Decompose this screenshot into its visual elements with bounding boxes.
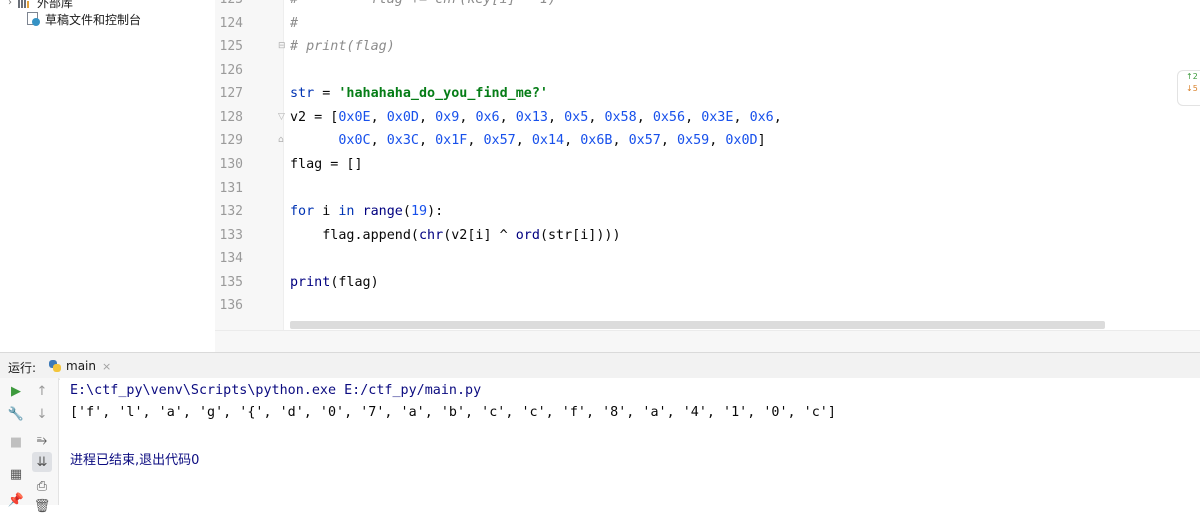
code-line: str = 'hahahaha_do_you_find_me?' xyxy=(290,86,548,101)
project-panel: › 外部库 草稿文件和控制台 xyxy=(0,0,216,352)
line-number: 125 xyxy=(219,39,243,54)
tab-main[interactable]: main × xyxy=(48,353,111,379)
library-icon xyxy=(18,0,32,8)
soft-wrap-icon[interactable]: ⥱ xyxy=(32,430,52,450)
tab-label: main xyxy=(66,359,96,373)
pin-icon[interactable]: 📌 xyxy=(6,490,26,510)
fold-icon[interactable]: ⌂ xyxy=(278,136,287,145)
stop-icon[interactable]: ■ xyxy=(6,432,26,452)
tree-item-label: 草稿文件和控制台 xyxy=(45,12,142,27)
code-line: v2 = [0x0E, 0x0D, 0x9, 0x6, 0x13, 0x5, 0… xyxy=(290,110,782,125)
console-line-output: ['f', 'l', 'a', 'g', '{', 'd', '0', '7',… xyxy=(70,405,836,420)
editor-breadcrumb-bar xyxy=(215,330,1200,353)
code-line: # flag += chr(key[i] - 1) xyxy=(290,0,556,11)
close-icon[interactable]: × xyxy=(102,360,111,373)
python-icon xyxy=(48,359,62,373)
arrow-up-icon[interactable]: ↑ xyxy=(32,381,52,401)
console-line-command: E:\ctf_py\venv\Scripts\python.exe E:/ctf… xyxy=(70,383,482,398)
console-output[interactable]: E:\ctf_py\venv\Scripts\python.exe E:/ctf… xyxy=(60,378,1200,505)
rerun-icon[interactable]: ▶ xyxy=(6,381,26,401)
line-number: 134 xyxy=(219,251,243,266)
line-number: 128 xyxy=(219,110,243,125)
fold-icon[interactable]: ▽ xyxy=(278,113,287,122)
code-editor[interactable]: # flag += chr(key[i] - 1) # ⊟ # print(fl… xyxy=(278,0,1200,330)
chevron-right-icon[interactable]: › xyxy=(8,0,18,8)
code-line: flag = [] xyxy=(290,157,363,172)
code-line: flag.append(chr(v2[i] ^ ord(str[i]))) xyxy=(290,228,621,243)
run-label: 运行: xyxy=(8,361,37,375)
warning-up-count: ↑2 xyxy=(1186,72,1198,81)
line-number: 127 xyxy=(219,86,243,101)
line-number: 126 xyxy=(219,63,243,78)
code-line: for i in range(19): xyxy=(290,204,444,219)
run-tool-window-header: 运行: main × xyxy=(0,352,1200,380)
line-number: 133 xyxy=(219,228,243,243)
layout-icon[interactable]: ▦ xyxy=(6,464,26,484)
code-line: 0x0C, 0x3C, 0x1F, 0x57, 0x14, 0x6B, 0x57… xyxy=(338,133,766,148)
code-line: # print(flag) xyxy=(290,39,395,54)
code-line: # xyxy=(290,16,299,31)
line-number: 136 xyxy=(219,298,243,313)
line-number: 132 xyxy=(219,204,243,219)
horizontal-scrollbar[interactable] xyxy=(290,321,1105,329)
trash-icon[interactable]: 🗑 xyxy=(32,496,52,516)
line-number-gutter[interactable]: 123 124 125 126 127 128 129 130 131 132 … xyxy=(215,0,283,330)
line-number: 123 xyxy=(215,0,243,11)
arrow-down-icon[interactable]: ↓ xyxy=(32,404,52,424)
wrench-icon[interactable]: 🔧 xyxy=(6,404,26,424)
run-toolbar: ▶ ↑ 🔧 ↓ ■ ⥱ ▦ ⇊ ⎙ 📌 🗑 xyxy=(0,378,59,514)
line-number: 124 xyxy=(219,16,243,31)
line-number: 130 xyxy=(219,157,243,172)
warning-down-count: ↓5 xyxy=(1186,84,1198,93)
scroll-to-end-icon[interactable]: ⇊ xyxy=(32,452,52,472)
console-line-exit: 进程已结束,退出代码0 xyxy=(70,453,200,468)
fold-icon[interactable]: ⊟ xyxy=(278,42,287,51)
scratch-icon xyxy=(26,12,40,26)
line-number: 135 xyxy=(219,275,243,290)
line-number: 129 xyxy=(219,133,243,148)
code-line: print(flag) xyxy=(290,275,379,290)
line-number: 131 xyxy=(219,181,243,196)
inspection-widget[interactable]: ↑2 ↓5 xyxy=(1177,70,1200,106)
tree-item-scratches[interactable]: 草稿文件和控制台 xyxy=(26,9,141,29)
print-icon[interactable]: ⎙ xyxy=(32,476,52,496)
